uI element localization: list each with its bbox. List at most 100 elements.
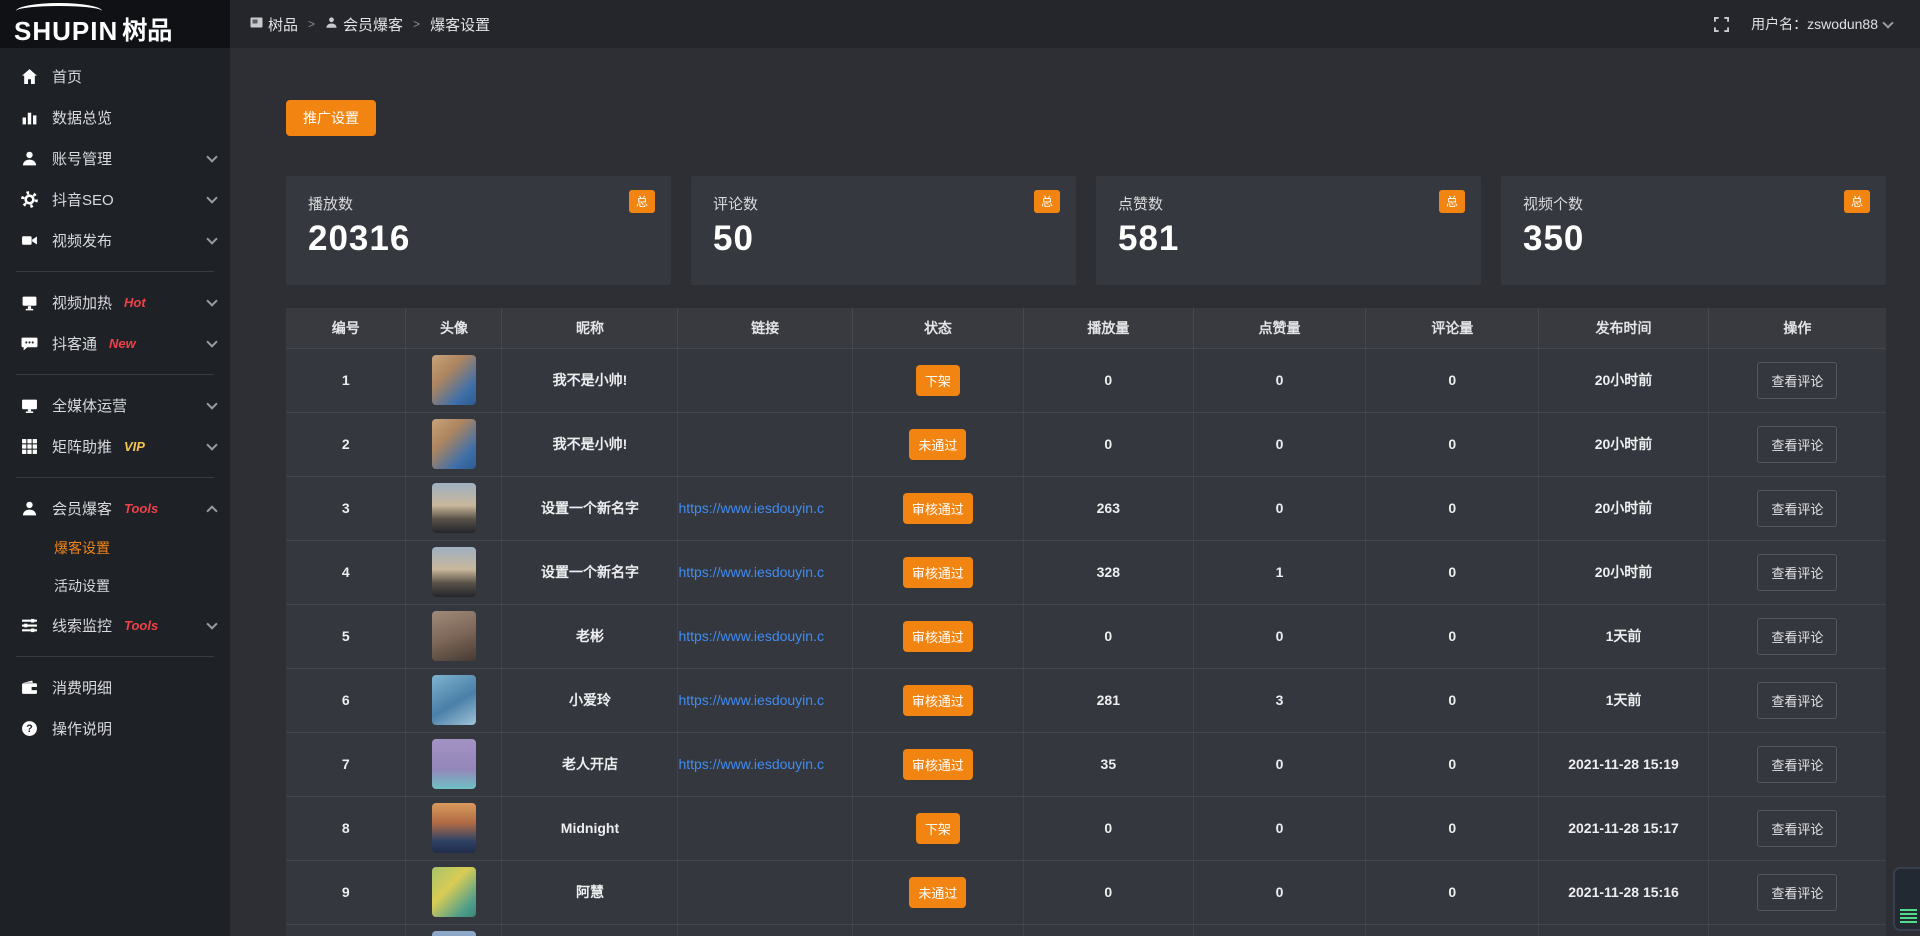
sidebar-item-label: 视频加热	[52, 292, 112, 313]
cell-action	[1708, 924, 1886, 936]
cell-id: 4	[286, 540, 406, 604]
cell-status	[852, 924, 1023, 936]
sidebar-item-15[interactable]: 消费明细	[0, 667, 230, 708]
view-comments-button[interactable]: 查看评论	[1757, 874, 1837, 911]
view-comments-button[interactable]: 查看评论	[1757, 746, 1837, 783]
table-row-2: 2我不是小帅!未通过00020小时前查看评论	[286, 412, 1886, 476]
video-icon	[20, 232, 38, 250]
table-row-1: 1我不是小帅!下架00020小时前查看评论	[286, 348, 1886, 412]
breadcrumb-item-1[interactable]: 会员爆客	[325, 14, 403, 35]
table-row-3: 3设置一个新名字https://www.iesdouyin.c审核通过26300…	[286, 476, 1886, 540]
status-badge: 审核通过	[903, 621, 973, 652]
status-badge: 审核通过	[903, 685, 973, 716]
status-badge: 未通过	[909, 877, 966, 908]
sidebar-item-3[interactable]: 抖音SEO	[0, 179, 230, 220]
sidebar-item-label: 账号管理	[52, 148, 112, 169]
video-link[interactable]: https://www.iesdouyin.c	[678, 564, 824, 580]
table-header-row: 编号头像昵称链接状态播放量点赞量评论量发布时间操作	[286, 308, 1886, 348]
view-comments-button[interactable]: 查看评论	[1757, 618, 1837, 655]
video-link[interactable]: https://www.iesdouyin.c	[678, 692, 824, 708]
cell-link: https://www.iesdouyin.c	[678, 540, 852, 604]
chevron-down-icon	[206, 295, 217, 306]
stat-card-1: 评论数50总	[691, 176, 1076, 285]
sidebar-item-13[interactable]: 线索监控Tools	[0, 605, 230, 646]
breadcrumb-label: 爆客设置	[430, 14, 490, 35]
sidebar-subitem-活动设置[interactable]: 活动设置	[0, 567, 230, 605]
breadcrumb-item-2[interactable]: 爆客设置	[430, 14, 490, 35]
avatar	[432, 803, 476, 853]
sidebar-item-1[interactable]: 数据总览	[0, 97, 230, 138]
sidebar-item-2[interactable]: 账号管理	[0, 138, 230, 179]
cell-link: https://www.iesdouyin.c	[678, 668, 852, 732]
cell-likes: 0	[1193, 348, 1366, 412]
column-header-播放量: 播放量	[1024, 308, 1194, 348]
cell-avatar	[406, 796, 502, 860]
total-badge: 总	[1439, 190, 1465, 213]
sliders-icon	[20, 617, 38, 635]
view-comments-button[interactable]: 查看评论	[1757, 426, 1837, 463]
cell-time: 1天前	[1539, 604, 1709, 668]
sidebar-subitem-爆客设置[interactable]: 爆客设置	[0, 529, 230, 567]
avatar	[432, 867, 476, 917]
sidebar-item-0[interactable]: 首页	[0, 56, 230, 97]
chevron-down-icon	[206, 151, 217, 162]
view-comments-button[interactable]: 查看评论	[1757, 362, 1837, 399]
cell-status: 下架	[852, 348, 1023, 412]
table-row-7: 7老人开店https://www.iesdouyin.c审核通过35002021…	[286, 732, 1886, 796]
cell-time: 20小时前	[1539, 412, 1709, 476]
breadcrumb-separator: >	[413, 17, 420, 31]
column-header-昵称: 昵称	[502, 308, 678, 348]
cell-nickname: 阿慧	[502, 860, 678, 924]
sidebar-item-6[interactable]: 视频加热Hot	[0, 282, 230, 323]
view-comments-button[interactable]: 查看评论	[1757, 810, 1837, 847]
view-comments-button[interactable]: 查看评论	[1757, 554, 1837, 591]
video-link[interactable]: https://www.iesdouyin.c	[678, 756, 824, 772]
cell-comments: 0	[1366, 540, 1539, 604]
promo-settings-button[interactable]: 推广设置	[286, 100, 376, 136]
avatar	[432, 675, 476, 725]
gear-icon	[20, 191, 38, 209]
breadcrumb-item-0[interactable]: 树品	[250, 14, 298, 35]
table-wrap: 编号头像昵称链接状态播放量点赞量评论量发布时间操作 1我不是小帅!下架00020…	[286, 308, 1886, 936]
cell-action: 查看评论	[1708, 348, 1886, 412]
cell-link: https://www.iesdouyin.c	[678, 604, 852, 668]
cell-avatar	[406, 540, 502, 604]
chevron-down-icon	[206, 398, 217, 409]
table-row-9: 9阿慧未通过0002021-11-28 15:16查看评论	[286, 860, 1886, 924]
cell-likes: 0	[1193, 476, 1366, 540]
floating-widget[interactable]	[1893, 867, 1920, 931]
cell-plays: 35	[1024, 732, 1194, 796]
chevron-up-icon	[206, 505, 217, 516]
cell-status: 审核通过	[852, 476, 1023, 540]
sidebar-item-9[interactable]: 全媒体运营	[0, 385, 230, 426]
sidebar: SHUPIN 树品 首页数据总览账号管理抖音SEO视频发布视频加热Hot抖客通N…	[0, 0, 230, 936]
cell-likes: 3	[1193, 668, 1366, 732]
chevron-down-icon	[206, 336, 217, 347]
cell-plays: 0	[1024, 412, 1194, 476]
cell-nickname: 老彬	[502, 604, 678, 668]
user-dropdown[interactable]: 用户名：zswodun88	[1751, 14, 1892, 34]
video-link[interactable]: https://www.iesdouyin.c	[678, 628, 824, 644]
sidebar-item-4[interactable]: 视频发布	[0, 220, 230, 261]
sidebar-item-12[interactable]: 会员爆客Tools	[0, 488, 230, 529]
sidebar-item-16[interactable]: ?操作说明	[0, 708, 230, 749]
cell-nickname: Midnight	[502, 796, 678, 860]
cell-avatar	[406, 604, 502, 668]
table-row-10	[286, 924, 1886, 936]
fullscreen-icon[interactable]	[1714, 17, 1729, 32]
sidebar-item-10[interactable]: 矩阵助推VIP	[0, 426, 230, 467]
sidebar-nav: 首页数据总览账号管理抖音SEO视频发布视频加热Hot抖客通New 全媒体运营矩阵助…	[0, 48, 230, 749]
view-comments-button[interactable]: 查看评论	[1757, 490, 1837, 527]
video-link[interactable]: https://www.iesdouyin.c	[678, 500, 824, 516]
cell-plays: 263	[1024, 476, 1194, 540]
cell-link	[678, 348, 852, 412]
cell-comments: 0	[1366, 412, 1539, 476]
cell-action: 查看评论	[1708, 732, 1886, 796]
cell-plays: 0	[1024, 796, 1194, 860]
sidebar-item-7[interactable]: 抖客通New	[0, 323, 230, 364]
avatar	[432, 739, 476, 789]
grid-icon	[20, 438, 38, 456]
cell-link	[678, 796, 852, 860]
view-comments-button[interactable]: 查看评论	[1757, 682, 1837, 719]
total-badge: 总	[1844, 190, 1870, 213]
